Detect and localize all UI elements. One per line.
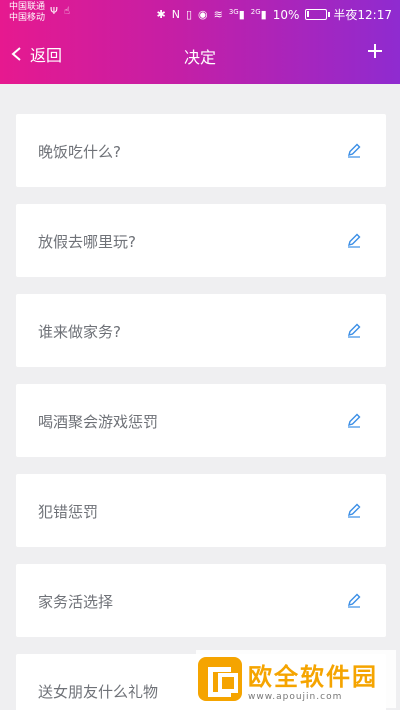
header-bar: 中国联通 中国移动 Ψ ☝ ✱ N ▯ ◉ ≋ 3G▮ 2G▮ 10% 半夜12… [0,0,400,84]
nfc-icon: N [171,8,180,21]
decision-label: 家务活选择 [38,593,114,611]
signal-2g-icon: 2G▮ [250,8,267,21]
carrier-info: 中国联通 中国移动 [9,2,45,24]
decision-label: 犯错惩罚 [38,503,99,521]
eye-icon: ◉ [198,8,208,21]
signal-3g-icon: 3G▮ [228,8,245,21]
status-bar: 中国联通 中国移动 Ψ ☝ ✱ N ▯ ◉ ≋ 3G▮ 2G▮ 10% 半夜12… [0,0,400,28]
wifi-icon: ≋ [213,8,223,21]
plus-icon[interactable] [364,40,386,62]
edit-pencil-icon[interactable] [346,142,362,158]
decision-item[interactable]: 犯错惩罚 [16,474,386,547]
edit-pencil-icon[interactable] [346,592,362,608]
decision-list: 晚饭吃什么? 放假去哪里玩? 谁来做家务? 喝酒聚会游戏惩罚 犯错惩罚 家务活选… [16,114,386,710]
decision-label: 喝酒聚会游戏惩罚 [38,413,159,431]
status-right: ✱ N ▯ ◉ ≋ 3G▮ 2G▮ 10% 半夜12:17 [156,6,392,23]
edit-pencil-icon[interactable] [346,412,362,428]
watermark-url: www.apoujin.com [248,691,343,702]
decision-item[interactable]: 放假去哪里玩? [16,204,386,277]
decision-item[interactable]: 晚饭吃什么? [16,114,386,187]
bluetooth-icon: ✱ [156,8,166,21]
carrier-2: 中国移动 [9,13,46,23]
battery-fill [307,11,310,17]
watermark-logo-icon [198,657,242,701]
edit-pencil-icon[interactable] [346,502,362,518]
watermark-brand: 欧全软件园 [248,662,378,691]
nav-bar: 返回 决定 [0,32,400,76]
decision-item[interactable]: 家务活选择 [16,564,386,637]
page-title: 决定 [183,48,216,67]
carrier-1: 中国联通 [9,2,46,12]
decision-label: 晚饭吃什么? [38,143,121,161]
decision-item[interactable]: 谁来做家务? [16,294,386,367]
status-left-icons: Ψ ☝ [50,6,70,17]
watermark-text: 欧全软件园 www.apoujin.com [248,657,378,702]
edit-pencil-icon[interactable] [346,232,362,248]
thumbs-up-icon: ☝ [63,6,70,17]
usb-icon: Ψ [50,6,58,17]
decision-item[interactable]: 喝酒聚会游戏惩罚 [16,384,386,457]
vibrate-icon: ▯ [185,8,192,21]
decision-label: 送女朋友什么礼物 [38,683,159,701]
status-time: 半夜12:17 [333,8,392,22]
decision-label: 放假去哪里玩? [38,233,136,251]
watermark: 欧全软件园 www.apoujin.com [196,650,396,708]
battery-percent: 10% [272,7,300,22]
battery-icon [305,9,331,20]
decision-label: 谁来做家务? [38,323,121,341]
edit-pencil-icon[interactable] [346,322,362,338]
